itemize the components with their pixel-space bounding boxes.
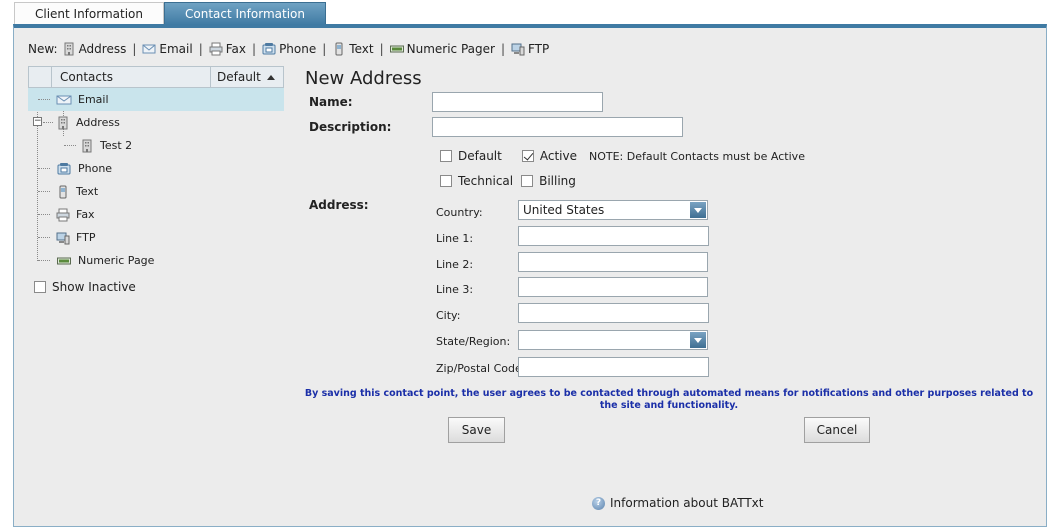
tree-node-test-2[interactable]: Test 2 <box>28 134 284 157</box>
grid-header-spacer <box>29 67 52 87</box>
chevron-down-icon[interactable] <box>690 202 706 218</box>
line1-label: Line 1: <box>436 232 474 245</box>
country-select[interactable]: United States <box>518 200 708 220</box>
new-phone-link[interactable]: Phone <box>262 42 316 56</box>
printer-icon <box>56 208 70 221</box>
city-label: City: <box>436 309 461 322</box>
new-ftp-link[interactable]: FTP <box>511 42 549 56</box>
tree-node-ftp[interactable]: FTP <box>28 226 284 249</box>
flags-row-1: Default Active NOTE: Default Contacts mu… <box>440 149 805 163</box>
contacts-column-header[interactable]: Contacts <box>52 67 211 87</box>
description-label: Description: <box>309 120 392 134</box>
zip-label: Zip/Postal Code: <box>436 362 526 375</box>
chevron-down-icon[interactable] <box>690 332 706 348</box>
tree-node-email[interactable]: Email <box>28 88 284 111</box>
name-label: Name: <box>309 95 353 109</box>
tab-client-information[interactable]: Client Information <box>14 2 164 25</box>
default-note: NOTE: Default Contacts must be Active <box>588 149 805 163</box>
billing-checkbox[interactable] <box>521 175 534 187</box>
form-title: New Address <box>305 68 422 89</box>
tab-contact-information[interactable]: Contact Information <box>164 2 326 25</box>
state-select[interactable] <box>518 330 708 350</box>
mobile-icon <box>59 185 67 198</box>
line1-input[interactable] <box>518 226 709 246</box>
sort-ascending-icon <box>266 74 275 80</box>
new-contact-toolbar: New: Address | Email | Fax | Phone | Tex… <box>28 42 550 56</box>
line2-label: Line 2: <box>436 258 474 271</box>
building-icon <box>58 116 68 129</box>
line2-input[interactable] <box>518 252 708 272</box>
tree-node-text[interactable]: Text <box>28 180 284 203</box>
show-inactive-toggle[interactable]: Show Inactive <box>34 280 136 294</box>
state-label: State/Region: <box>436 335 511 348</box>
tree-node-address[interactable]: − Address <box>28 111 284 134</box>
line3-label: Line 3: <box>436 283 474 296</box>
description-input[interactable] <box>432 117 683 137</box>
name-input[interactable] <box>432 92 603 112</box>
zip-input[interactable] <box>518 357 709 377</box>
tree-node-phone[interactable]: Phone <box>28 157 284 180</box>
pager-icon <box>389 45 404 53</box>
new-numeric-pager-link[interactable]: Numeric Pager <box>389 42 495 56</box>
active-checkbox[interactable] <box>521 150 534 162</box>
info-link[interactable]: ? Information about BATTxt <box>592 496 763 510</box>
new-email-link[interactable]: Email <box>142 42 193 56</box>
flags-row-2: Technical Billing <box>440 174 576 188</box>
new-text-link[interactable]: Text <box>332 42 374 56</box>
city-input[interactable] <box>518 303 709 323</box>
pager-icon <box>57 257 71 264</box>
new-address-link[interactable]: Address <box>62 42 126 56</box>
tree-node-fax[interactable]: Fax <box>28 203 284 226</box>
contacts-tree: Email − Address Test 2 Phone Text Fax FT… <box>28 88 284 272</box>
mobile-icon <box>335 42 343 56</box>
technical-checkbox[interactable] <box>440 175 452 187</box>
tree-node-numeric-page[interactable]: Numeric Page <box>28 249 284 272</box>
help-icon: ? <box>592 496 605 510</box>
contact-panel: New: Address | Email | Fax | Phone | Tex… <box>13 24 1047 527</box>
default-checkbox[interactable] <box>440 150 452 162</box>
address-label: Address: <box>309 198 369 212</box>
new-label: New: <box>28 42 58 56</box>
computer-icon <box>56 232 70 244</box>
default-column-header[interactable]: Default <box>211 67 283 87</box>
phone-icon <box>262 43 276 55</box>
envelope-icon <box>142 44 156 54</box>
envelope-icon <box>56 95 72 104</box>
show-inactive-checkbox[interactable] <box>34 281 46 293</box>
collapse-toggle-icon[interactable]: − <box>33 117 42 126</box>
contacts-grid-header: Contacts Default <box>28 66 284 88</box>
contact-window: Client Information Contact Information N… <box>0 0 1053 531</box>
new-fax-link[interactable]: Fax <box>209 42 246 56</box>
consent-notice: By saving this contact point, the user a… <box>304 388 1034 411</box>
country-label: Country: <box>436 206 483 219</box>
phone-icon <box>57 162 71 174</box>
save-button[interactable]: Save <box>448 417 505 443</box>
tab-strip: Client Information Contact Information <box>14 2 326 25</box>
building-icon <box>64 42 74 56</box>
cancel-button[interactable]: Cancel <box>804 417 870 443</box>
line3-input[interactable] <box>518 277 708 297</box>
building-icon <box>82 139 92 152</box>
computer-icon <box>511 43 525 56</box>
printer-icon <box>209 42 223 56</box>
